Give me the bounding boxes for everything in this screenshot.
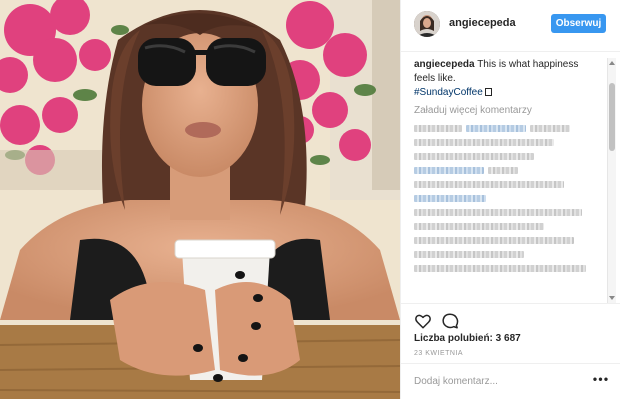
comments-scrollbar[interactable] (607, 58, 616, 303)
blurred-text (414, 181, 564, 188)
avatar-image (414, 11, 440, 37)
post-photo[interactable] (0, 0, 400, 399)
blurred-text (414, 139, 554, 146)
photo-illustration (0, 0, 400, 399)
blurred-text (530, 125, 570, 132)
post-side-panel: angiecepeda Obserwuj angiecepeda This is… (400, 0, 620, 399)
blurred-comments (414, 118, 602, 272)
more-options-icon[interactable]: • • • (592, 373, 608, 388)
scroll-down-arrow-icon[interactable] (609, 296, 615, 300)
caption-username[interactable]: angiecepeda (414, 59, 475, 70)
add-comment-section: • • • (401, 363, 620, 399)
comments-list: angiecepeda This is what happiness feels… (414, 58, 602, 303)
heart-icon[interactable] (414, 312, 432, 330)
scroll-thumb[interactable] (609, 83, 615, 151)
blurred-text (414, 237, 574, 244)
instagram-post-embed: angiecepeda Obserwuj angiecepeda This is… (0, 0, 620, 399)
blurred-text (414, 195, 486, 202)
post-actions: Liczba polubień: 3 687 23 KWIETNIA (401, 303, 620, 357)
heart-icon-svg (415, 314, 431, 329)
blurred-text (414, 223, 544, 230)
likes-count[interactable]: Liczba polubień: 3 687 (414, 333, 521, 344)
post-header: angiecepeda Obserwuj (401, 0, 620, 52)
blurred-text (488, 167, 518, 174)
profile-avatar[interactable] (414, 11, 440, 37)
follow-button[interactable]: Obserwuj (551, 14, 606, 33)
post-username[interactable]: angiecepeda (449, 17, 516, 29)
blurred-text (414, 209, 582, 216)
load-more-comments-link[interactable]: Załaduj więcej komentarzy (414, 104, 602, 118)
emoji-placeholder-icon (484, 88, 492, 96)
blurred-text (414, 167, 484, 174)
blurred-comment (414, 118, 602, 132)
blurred-text (466, 125, 526, 132)
blurred-text (414, 251, 524, 258)
blurred-text (414, 153, 534, 160)
speech-bubble-icon-svg (442, 313, 459, 329)
blurred-comment (414, 160, 602, 174)
speech-bubble-icon[interactable] (441, 312, 459, 330)
hashtag-link[interactable]: #SundayCoffee (414, 87, 483, 98)
scroll-up-arrow-icon[interactable] (609, 61, 615, 65)
blurred-text (414, 265, 586, 272)
blurred-text (414, 125, 462, 132)
caption: angiecepeda This is what happiness feels… (414, 58, 602, 100)
comment-input[interactable] (414, 373, 574, 389)
post-date[interactable]: 23 KWIETNIA (414, 350, 463, 357)
